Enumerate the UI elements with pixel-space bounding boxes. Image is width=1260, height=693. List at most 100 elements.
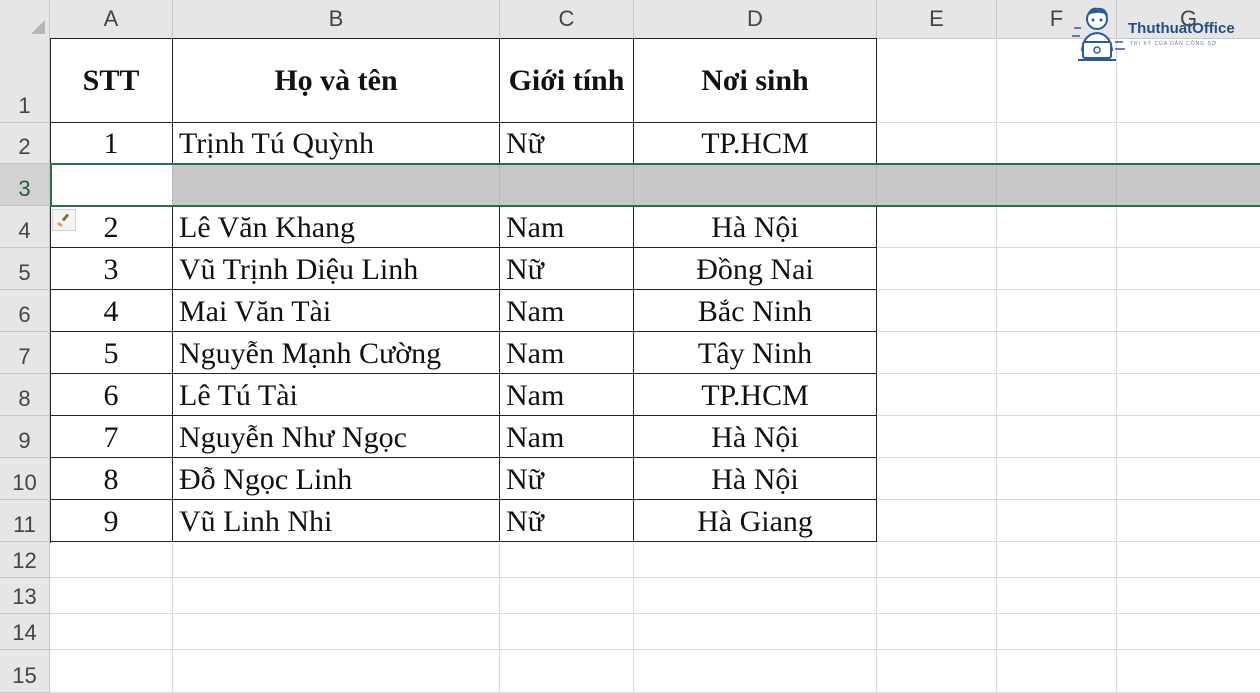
cell-g10[interactable] — [1117, 458, 1260, 500]
cell-d4[interactable]: Hà Nội — [634, 206, 877, 248]
cell-g9[interactable] — [1117, 416, 1260, 458]
cell-d10[interactable]: Hà Nội — [634, 458, 877, 500]
cell-e12[interactable] — [877, 542, 997, 578]
cell-g8[interactable] — [1117, 374, 1260, 416]
cell-b2[interactable]: Trịnh Tú Quỳnh — [173, 123, 500, 164]
cell-c6[interactable]: Nam — [500, 290, 634, 332]
row-header-2[interactable]: 2 — [0, 123, 50, 164]
cell-e5[interactable] — [877, 248, 997, 290]
cell-e13[interactable] — [877, 578, 997, 614]
cell-b6[interactable]: Mai Văn Tài — [173, 290, 500, 332]
cell-d5[interactable]: Đồng Nai — [634, 248, 877, 290]
cell-c3[interactable] — [500, 164, 634, 206]
cell-a5[interactable]: 3 — [50, 248, 173, 290]
cell-d2[interactable]: TP.HCM — [634, 123, 877, 164]
cell-b15[interactable] — [173, 650, 500, 693]
row-header-4[interactable]: 4 — [0, 206, 50, 248]
cell-c1-header-gender[interactable]: Giới tính — [500, 38, 634, 123]
cell-b8[interactable]: Lê Tú Tài — [173, 374, 500, 416]
cell-f15[interactable] — [997, 650, 1117, 693]
cell-b4[interactable]: Lê Văn Khang — [173, 206, 500, 248]
cell-e6[interactable] — [877, 290, 997, 332]
cell-d13[interactable] — [634, 578, 877, 614]
cell-g11[interactable] — [1117, 500, 1260, 542]
cell-a15[interactable] — [50, 650, 173, 693]
cell-f9[interactable] — [997, 416, 1117, 458]
cell-a8[interactable]: 6 — [50, 374, 173, 416]
cell-f10[interactable] — [997, 458, 1117, 500]
cell-b13[interactable] — [173, 578, 500, 614]
row-header-12[interactable]: 12 — [0, 542, 50, 578]
cell-f6[interactable] — [997, 290, 1117, 332]
cell-a10[interactable]: 8 — [50, 458, 173, 500]
cell-f12[interactable] — [997, 542, 1117, 578]
cell-b9[interactable]: Nguyễn Như Ngọc — [173, 416, 500, 458]
row-header-6[interactable]: 6 — [0, 290, 50, 332]
cell-b1-header-name[interactable]: Họ và tên — [173, 38, 500, 123]
cell-e4[interactable] — [877, 206, 997, 248]
cell-d15[interactable] — [634, 650, 877, 693]
cell-b14[interactable] — [173, 614, 500, 650]
cell-e3[interactable] — [877, 164, 997, 206]
row-header-14[interactable]: 14 — [0, 614, 50, 650]
cell-a7[interactable]: 5 — [50, 332, 173, 374]
column-header-e[interactable]: E — [877, 0, 997, 38]
cell-g15[interactable] — [1117, 650, 1260, 693]
cell-c8[interactable]: Nam — [500, 374, 634, 416]
cell-g14[interactable] — [1117, 614, 1260, 650]
row-header-1[interactable]: 1 — [0, 38, 50, 123]
cell-c12[interactable] — [500, 542, 634, 578]
cell-e1[interactable] — [877, 38, 997, 123]
column-header-d[interactable]: D — [634, 0, 877, 38]
cell-f4[interactable] — [997, 206, 1117, 248]
cell-b10[interactable]: Đỗ Ngọc Linh — [173, 458, 500, 500]
cell-b11[interactable]: Vũ Linh Nhi — [173, 500, 500, 542]
cell-c2[interactable]: Nữ — [500, 123, 634, 164]
cell-e10[interactable] — [877, 458, 997, 500]
cell-f14[interactable] — [997, 614, 1117, 650]
cell-a13[interactable] — [50, 578, 173, 614]
row-header-9[interactable]: 9 — [0, 416, 50, 458]
cell-g5[interactable] — [1117, 248, 1260, 290]
cell-g3[interactable] — [1117, 164, 1260, 206]
cell-b3[interactable] — [173, 164, 500, 206]
cell-g12[interactable] — [1117, 542, 1260, 578]
cell-d7[interactable]: Tây Ninh — [634, 332, 877, 374]
cell-d6[interactable]: Bắc Ninh — [634, 290, 877, 332]
cell-d9[interactable]: Hà Nội — [634, 416, 877, 458]
paste-options-brush-icon[interactable] — [52, 209, 76, 231]
cell-d12[interactable] — [634, 542, 877, 578]
cell-b5[interactable]: Vũ Trịnh Diệu Linh — [173, 248, 500, 290]
row-header-15[interactable]: 15 — [0, 650, 50, 693]
column-header-b[interactable]: B — [173, 0, 500, 38]
active-cell-a3[interactable] — [51, 164, 172, 206]
cell-a6[interactable]: 4 — [50, 290, 173, 332]
cell-e8[interactable] — [877, 374, 997, 416]
cell-f8[interactable] — [997, 374, 1117, 416]
cell-f13[interactable] — [997, 578, 1117, 614]
cell-a11[interactable]: 9 — [50, 500, 173, 542]
row-header-7[interactable]: 7 — [0, 332, 50, 374]
cell-b7[interactable]: Nguyễn Mạnh Cường — [173, 332, 500, 374]
select-all-button[interactable] — [0, 0, 50, 38]
cell-c13[interactable] — [500, 578, 634, 614]
cell-d14[interactable] — [634, 614, 877, 650]
column-header-a[interactable]: A — [50, 0, 173, 38]
cell-c14[interactable] — [500, 614, 634, 650]
cell-c7[interactable]: Nam — [500, 332, 634, 374]
cell-a1-header-stt[interactable]: STT — [50, 38, 173, 123]
cell-f2[interactable] — [997, 123, 1117, 164]
row-header-5[interactable]: 5 — [0, 248, 50, 290]
cell-a14[interactable] — [50, 614, 173, 650]
column-header-c[interactable]: C — [500, 0, 634, 38]
cell-g6[interactable] — [1117, 290, 1260, 332]
cell-d1-header-birthplace[interactable]: Nơi sinh — [634, 38, 877, 123]
cell-b12[interactable] — [173, 542, 500, 578]
row-header-11[interactable]: 11 — [0, 500, 50, 542]
cell-f3[interactable] — [997, 164, 1117, 206]
cell-g2[interactable] — [1117, 123, 1260, 164]
cell-c9[interactable]: Nam — [500, 416, 634, 458]
cell-e15[interactable] — [877, 650, 997, 693]
cell-c10[interactable]: Nữ — [500, 458, 634, 500]
cell-f7[interactable] — [997, 332, 1117, 374]
